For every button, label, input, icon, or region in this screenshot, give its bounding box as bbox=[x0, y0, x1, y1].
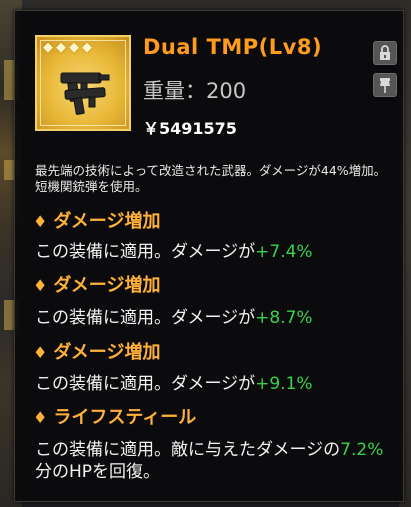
star-icon: ◆ bbox=[69, 40, 79, 55]
stat-description: この装備に適用。ダメージが+7.4% bbox=[35, 237, 313, 262]
stat-value: +8.7% bbox=[255, 308, 313, 328]
stat-title: ♦ ダメージ増加 bbox=[33, 207, 160, 233]
stat-prefix: この装備に適用。ダメージが bbox=[35, 308, 256, 328]
rarity-stars: ◆ ◆ ◆ ◆ bbox=[43, 41, 94, 55]
item-price: ￥5491575 bbox=[143, 119, 237, 138]
stat-title: ♦ ダメージ増加 bbox=[33, 338, 160, 364]
stat-prefix: この装備に適用。ダメージが bbox=[35, 374, 256, 394]
lock-icon bbox=[380, 45, 390, 60]
stat-description-line2: 分のHPを回復。 bbox=[35, 462, 161, 482]
item-thumbnail: ◆ ◆ ◆ ◆ bbox=[35, 35, 131, 131]
stat-value: 7.2% bbox=[340, 440, 384, 460]
diamond-icon: ♦ bbox=[33, 212, 48, 231]
diamond-icon: ♦ bbox=[33, 408, 48, 427]
item-weight: 重量：200 bbox=[143, 79, 247, 103]
diamond-icon: ♦ bbox=[33, 343, 48, 362]
stat-title-text: ダメージ増加 bbox=[53, 211, 161, 232]
stat-value: +7.4% bbox=[255, 242, 313, 262]
stat-description: この装備に適用。ダメージが+8.7% bbox=[35, 303, 313, 328]
description-line: 最先端の技術によって改造された武器。ダメージが44%増加。 bbox=[35, 163, 387, 178]
stat-title-text: ダメージ増加 bbox=[53, 342, 161, 363]
stat-title-text: ダメージ増加 bbox=[53, 275, 161, 296]
gun-icon bbox=[60, 72, 110, 115]
star-icon: ◆ bbox=[82, 40, 92, 55]
stat-prefix: この装備に適用。ダメージが bbox=[35, 242, 256, 262]
stat-value: +9.1% bbox=[255, 374, 313, 394]
lock-button[interactable] bbox=[373, 41, 397, 65]
star-icon: ◆ bbox=[43, 40, 53, 55]
item-tooltip-panel: ◆ ◆ ◆ ◆ Dual TMP(Lv8) 重量：200 ￥5491575 最先… bbox=[14, 10, 404, 502]
stat-title-text: ライフスティール bbox=[53, 407, 197, 428]
item-description: 最先端の技術によって改造された武器。ダメージが44%増加。 短機関銃弾を使用。 bbox=[35, 163, 395, 195]
description-line: 短機関銃弾を使用。 bbox=[35, 179, 148, 194]
item-name: Dual TMP(Lv8) bbox=[143, 35, 323, 59]
diamond-icon: ♦ bbox=[33, 276, 48, 295]
stat-title: ♦ ライフスティール bbox=[33, 403, 196, 429]
pin-icon bbox=[380, 78, 390, 93]
star-icon: ◆ bbox=[56, 40, 66, 55]
stat-description: この装備に適用。ダメージが+9.1% bbox=[35, 369, 313, 394]
stat-title: ♦ ダメージ増加 bbox=[33, 271, 160, 297]
pin-button[interactable] bbox=[373, 73, 397, 97]
